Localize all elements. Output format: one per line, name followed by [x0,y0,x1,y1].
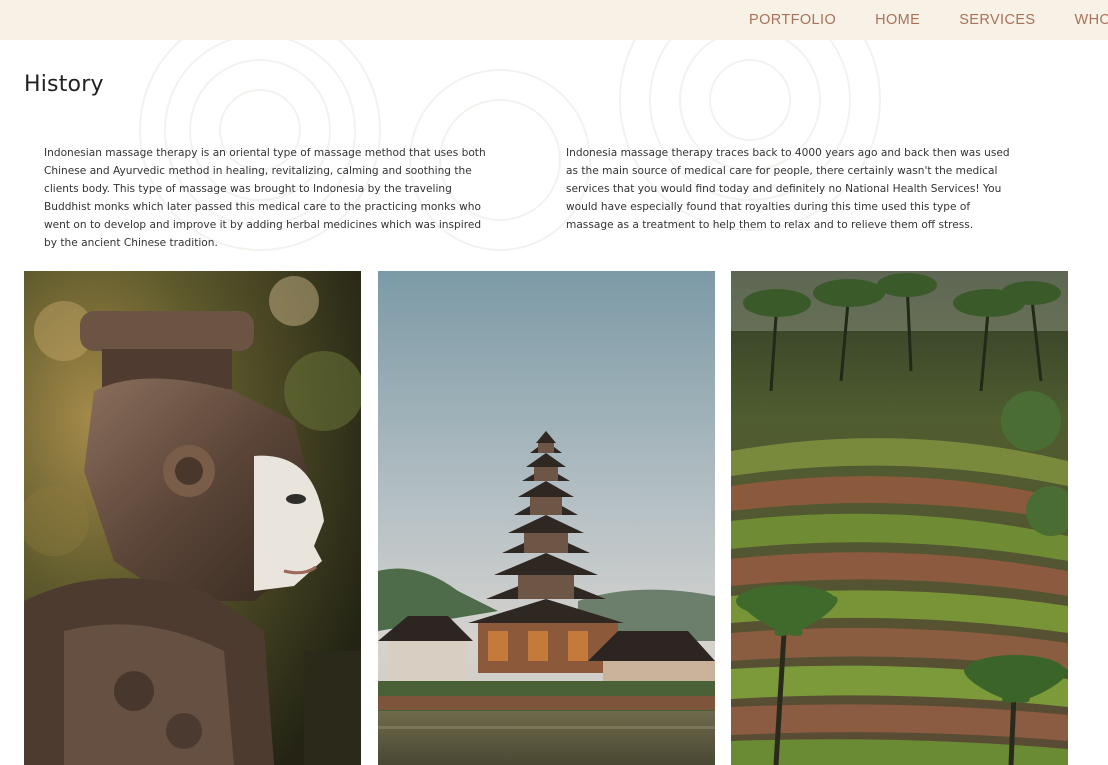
page-title: History [24,72,104,97]
photo-stone-statue [24,271,361,765]
top-nav-bar: PORTFOLIO HOME SERVICES WHO [0,0,1108,40]
nav-link-who[interactable]: WHO [1075,12,1108,28]
nav-link-services[interactable]: SERVICES [959,12,1035,28]
history-paragraph-right: Indonesia massage therapy traces back to… [566,147,1010,231]
nav-link-portfolio[interactable]: PORTFOLIO [749,12,836,28]
history-paragraph-left: Indonesian massage therapy is an orienta… [44,147,486,249]
photo-pagoda-temple [378,271,715,765]
main-nav: PORTFOLIO HOME SERVICES WHO [749,0,1108,40]
nav-link-home[interactable]: HOME [875,12,920,28]
photo-rice-terraces [731,271,1068,765]
